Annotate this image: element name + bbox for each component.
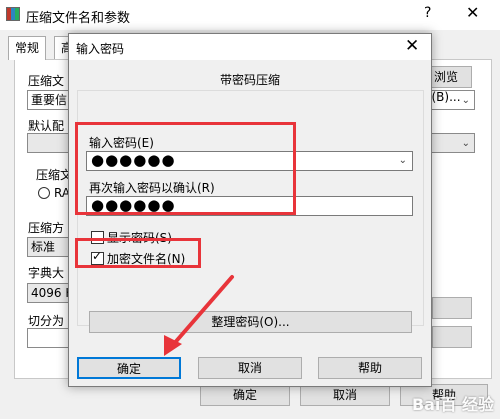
arrow-shaft xyxy=(170,275,234,348)
watermark: Bai百 经验 xyxy=(411,395,494,414)
arrow-annotation xyxy=(164,275,234,356)
tab-general[interactable]: 常规 xyxy=(8,36,47,60)
